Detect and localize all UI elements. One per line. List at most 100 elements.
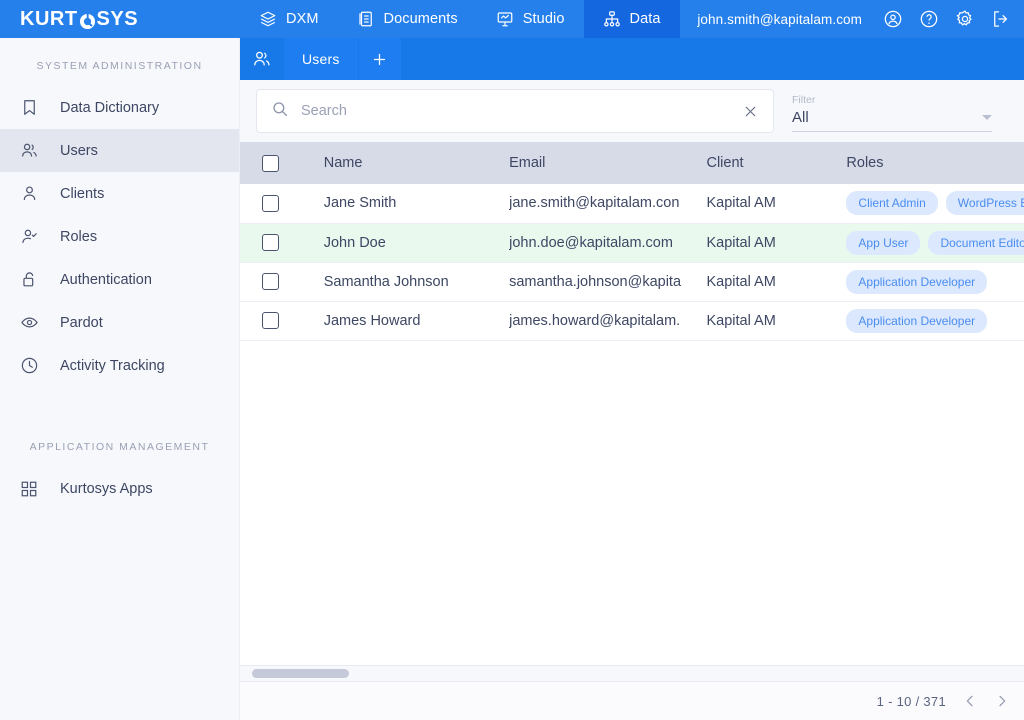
bookmark-icon — [18, 98, 40, 117]
top-bar-user-area: john.smith@kapitalam.com — [697, 0, 1024, 38]
cell-name-text: James Howard — [324, 313, 509, 329]
role-pill[interactable]: WordPress Editor — [946, 191, 1024, 215]
role-pill[interactable]: Document Editor — [928, 231, 1024, 255]
table-row[interactable]: James Howardjames.howard@kapitalam.Kapit… — [240, 301, 1024, 340]
sidebar-item-clients[interactable]: Clients — [0, 172, 239, 215]
help-circle-icon[interactable] — [918, 8, 940, 30]
horizontal-scrollbar[interactable] — [240, 665, 1024, 682]
top-nav-item-dxm[interactable]: DXM — [240, 0, 338, 38]
unlock-icon — [18, 270, 40, 289]
role-pill[interactable]: Application Developer — [846, 270, 987, 294]
sidebar-label-data-dictionary: Data Dictionary — [60, 100, 159, 116]
tab-users[interactable]: Users — [284, 38, 358, 80]
filter-control[interactable]: Filter All — [792, 90, 992, 132]
top-nav-label-dxm: DXM — [286, 11, 319, 27]
search-input[interactable] — [301, 103, 730, 119]
sidebar-item-roles[interactable]: Roles — [0, 215, 239, 258]
add-tab-button[interactable] — [359, 38, 401, 80]
row-checkbox[interactable] — [262, 312, 279, 329]
cell-email-text: john.doe@kapitalam.com — [509, 235, 706, 251]
account-circle-icon[interactable] — [882, 8, 904, 30]
sitemap-icon — [603, 10, 621, 28]
cell-client-text: Kapital AM — [706, 235, 846, 251]
cell-name: James Howard — [324, 301, 509, 340]
sidebar-label-pardot: Pardot — [60, 315, 103, 331]
table-header: Name Email Client Roles Status — [240, 142, 1024, 184]
role-pill[interactable]: Application Developer — [846, 309, 987, 333]
body-split: SYSTEM ADMINISTRATION Data Dictionary Us… — [0, 38, 1024, 720]
table-row[interactable]: Jane Smithjane.smith@kapitalam.conKapita… — [240, 184, 1024, 223]
sidebar-item-users[interactable]: Users — [0, 129, 239, 172]
sidebar-label-authentication: Authentication — [60, 272, 152, 288]
tab-label-users: Users — [302, 51, 340, 67]
column-header-roles[interactable]: Roles — [846, 142, 1024, 184]
user-email: john.smith@kapitalam.com — [697, 12, 862, 27]
sidebar-label-roles: Roles — [60, 229, 97, 245]
row-select-cell — [240, 301, 324, 340]
column-header-name[interactable]: Name — [324, 142, 509, 184]
top-nav-label-studio: Studio — [523, 11, 565, 27]
pagination-prev-button[interactable] — [962, 693, 978, 709]
sidebar-label-clients: Clients — [60, 186, 104, 202]
brand-text-post: SYS — [97, 8, 139, 31]
row-checkbox[interactable] — [262, 195, 279, 212]
top-nav: DXM Documents Studio Data — [240, 0, 680, 38]
cell-name-text: Samantha Johnson — [324, 274, 509, 290]
sidebar-item-activity-tracking[interactable]: Activity Tracking — [0, 344, 239, 387]
top-nav-item-data[interactable]: Data — [584, 0, 680, 38]
table-row[interactable]: John Doejohn.doe@kapitalam.comKapital AM… — [240, 223, 1024, 262]
cell-roles: Application Developer — [846, 301, 1024, 340]
cell-name: John Doe — [324, 223, 509, 262]
column-header-email[interactable]: Email — [509, 142, 706, 184]
cell-email: james.howard@kapitalam. — [509, 301, 706, 340]
cell-name: Jane Smith — [324, 184, 509, 223]
sidebar-label-users: Users — [60, 143, 98, 159]
top-nav-label-data: Data — [630, 11, 661, 27]
cell-client: Kapital AM — [706, 184, 846, 223]
top-nav-item-documents[interactable]: Documents — [338, 0, 477, 38]
sidebar-item-authentication[interactable]: Authentication — [0, 258, 239, 301]
filter-value: All — [792, 109, 982, 126]
top-nav-item-studio[interactable]: Studio — [477, 0, 584, 38]
filter-select[interactable]: All — [792, 109, 992, 132]
logout-icon[interactable] — [990, 8, 1012, 30]
row-checkbox[interactable] — [262, 273, 279, 290]
role-pill[interactable]: Client Admin — [846, 191, 937, 215]
top-bar: KURTSYS DXM Documents Studio — [0, 0, 1024, 38]
brand-logo[interactable]: KURTSYS — [0, 0, 240, 38]
sidebar-item-pardot[interactable]: Pardot — [0, 301, 239, 344]
roles-list: Client Admin WordPress Editor — [846, 191, 1024, 215]
table-header-row: Name Email Client Roles Status — [240, 142, 1024, 184]
table-row[interactable]: Samantha Johnsonsamantha.johnson@kapitaK… — [240, 262, 1024, 301]
person-check-icon — [18, 227, 40, 246]
cell-email-text: james.howard@kapitalam. — [509, 313, 706, 329]
presentation-icon — [496, 10, 514, 28]
search-box[interactable] — [256, 89, 774, 133]
close-icon[interactable] — [742, 103, 759, 120]
sidebar-item-data-dictionary[interactable]: Data Dictionary — [0, 86, 239, 129]
users-table: Name Email Client Roles Status Jane Smit… — [240, 142, 1024, 341]
tab-bar: Users — [240, 38, 1024, 80]
role-pill[interactable]: App User — [846, 231, 920, 255]
row-checkbox[interactable] — [262, 234, 279, 251]
cell-email: jane.smith@kapitalam.con — [509, 184, 706, 223]
gear-icon[interactable] — [954, 8, 976, 30]
table-scroll-area: Name Email Client Roles Status Jane Smit… — [240, 142, 1024, 665]
toolbar: Filter All — [240, 80, 1024, 142]
row-select-cell — [240, 223, 324, 262]
pagination-next-button[interactable] — [994, 693, 1010, 709]
select-all-checkbox[interactable] — [262, 155, 279, 172]
roles-list: Application Developer — [846, 270, 1024, 294]
layers-icon — [259, 10, 277, 28]
sidebar-section-title-system-administration: SYSTEM ADMINISTRATION — [0, 48, 239, 86]
filter-label: Filter — [792, 94, 992, 106]
column-header-client[interactable]: Client — [706, 142, 846, 184]
app-root: KURTSYS DXM Documents Studio — [0, 0, 1024, 720]
cell-client: Kapital AM — [706, 262, 846, 301]
select-all-header — [240, 142, 324, 184]
document-icon — [357, 10, 375, 28]
cell-email: john.doe@kapitalam.com — [509, 223, 706, 262]
table-body: Jane Smithjane.smith@kapitalam.conKapita… — [240, 184, 1024, 340]
horizontal-scrollbar-thumb[interactable] — [252, 669, 349, 678]
sidebar-item-kurtosys-apps[interactable]: Kurtosys Apps — [0, 467, 239, 510]
